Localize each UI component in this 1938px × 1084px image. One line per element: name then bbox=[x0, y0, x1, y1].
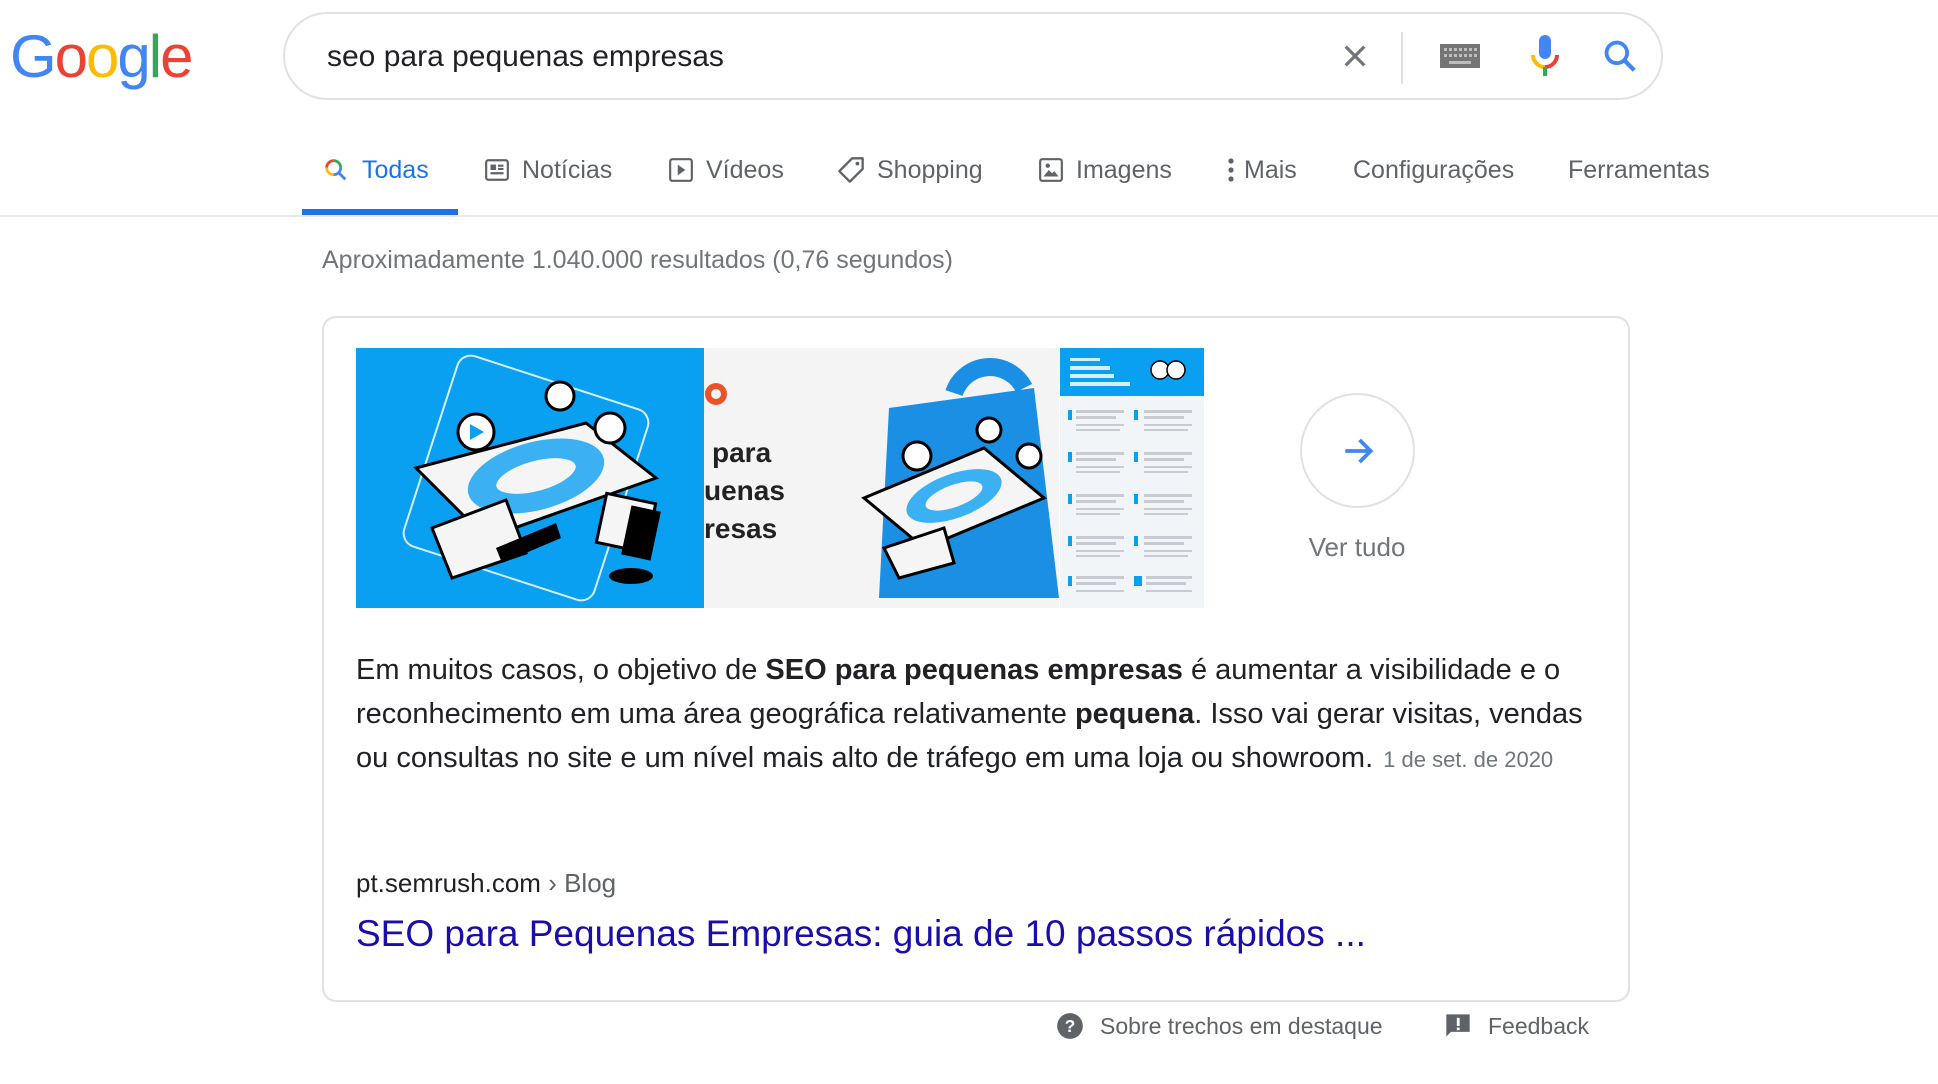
about-label: Sobre trechos em destaque bbox=[1100, 1012, 1383, 1039]
logo-letter: G bbox=[10, 23, 57, 90]
cite-separator: › bbox=[548, 868, 557, 898]
logo-letter: e bbox=[160, 23, 193, 90]
snippet-image-2[interactable]: para uenas resas bbox=[704, 348, 1059, 608]
news-icon bbox=[484, 157, 510, 183]
voice-search-button[interactable] bbox=[1515, 14, 1575, 98]
tag-icon bbox=[837, 156, 865, 184]
search-tabs: Todas Notícias Vídeos Shopping Imagens M… bbox=[0, 140, 1938, 216]
snippet-date: 1 de set. de 2020 bbox=[1383, 747, 1554, 772]
tab-label: Ferramentas bbox=[1568, 155, 1710, 184]
snippet-image-1[interactable] bbox=[356, 348, 704, 608]
more-vert-icon bbox=[1226, 157, 1236, 183]
tab-label: Notícias bbox=[522, 155, 613, 184]
keyboard-button[interactable] bbox=[1425, 14, 1495, 98]
close-icon bbox=[1344, 45, 1366, 67]
cite-domain: pt.semrush.com bbox=[356, 868, 541, 898]
view-all-button[interactable] bbox=[1300, 393, 1415, 508]
view-all-label[interactable]: Ver tudo bbox=[1290, 532, 1424, 563]
tab-imagens[interactable]: Imagens bbox=[1038, 140, 1172, 200]
result-stats: Aproximadamente 1.040.000 resultados (0,… bbox=[322, 246, 953, 274]
result-title-link[interactable]: SEO para Pequenas Empresas: guia de 10 p… bbox=[356, 913, 1366, 955]
google-logo[interactable]: Google bbox=[10, 22, 194, 92]
keyboard-icon bbox=[1440, 44, 1480, 68]
feedback-icon bbox=[1444, 1012, 1472, 1040]
logo-letter: o bbox=[86, 23, 119, 90]
feedback-label: Feedback bbox=[1488, 1012, 1590, 1039]
result-url[interactable]: pt.semrush.com › Blog bbox=[356, 868, 616, 899]
checklist-infographic bbox=[1060, 348, 1204, 608]
tab-label: Mais bbox=[1244, 155, 1297, 184]
search-box bbox=[283, 12, 1663, 100]
banner-text-line: uenas bbox=[704, 475, 785, 506]
search-box-divider bbox=[1401, 32, 1403, 84]
snippet-part: Em muitos casos, o objetivo de bbox=[356, 654, 766, 686]
search-icon bbox=[1604, 40, 1636, 72]
about-featured-snippets-link[interactable]: ? Sobre trechos em destaque bbox=[1056, 1012, 1383, 1040]
search-input[interactable] bbox=[325, 14, 1309, 100]
video-icon bbox=[668, 157, 694, 183]
microphone-icon bbox=[1531, 35, 1559, 76]
search-button[interactable] bbox=[1585, 14, 1655, 98]
snippet-text: Em muitos casos, o objetivo de SEO para … bbox=[356, 648, 1616, 782]
board-game-illustration bbox=[356, 348, 704, 608]
snippet-highlight: pequena bbox=[1074, 698, 1195, 730]
tab-label: Imagens bbox=[1076, 155, 1172, 184]
logo-letter: l bbox=[148, 23, 162, 90]
tab-mais[interactable]: Mais bbox=[1226, 140, 1297, 200]
feedback-link[interactable]: Feedback bbox=[1444, 1012, 1589, 1040]
header-divider bbox=[0, 215, 1938, 217]
tab-label: Configurações bbox=[1353, 155, 1515, 184]
tab-noticias[interactable]: Notícias bbox=[484, 140, 612, 200]
tab-label: Shopping bbox=[877, 155, 983, 184]
tab-shopping[interactable]: Shopping bbox=[837, 140, 983, 200]
logo-letter: o bbox=[54, 23, 88, 90]
banner-text-line: resas bbox=[704, 513, 778, 544]
cite-path: Blog bbox=[564, 868, 617, 898]
banner-text-line: para bbox=[712, 437, 772, 468]
banner-text: para uenas resas bbox=[704, 434, 785, 548]
tab-todas[interactable]: Todas bbox=[322, 140, 429, 200]
clear-search-button[interactable] bbox=[1325, 14, 1385, 98]
tab-label: Vídeos bbox=[706, 155, 784, 184]
image-icon bbox=[1038, 157, 1064, 183]
search-icon bbox=[322, 156, 350, 184]
arrow-right-icon bbox=[1344, 438, 1373, 463]
snippet-image-3[interactable] bbox=[1060, 348, 1204, 608]
tab-ferramentas[interactable]: Ferramentas bbox=[1568, 140, 1710, 200]
tab-label: Todas bbox=[362, 155, 429, 184]
tab-videos[interactable]: Vídeos bbox=[668, 140, 784, 200]
snippet-highlight: SEO para pequenas empresas bbox=[765, 654, 1183, 686]
tab-configuracoes[interactable]: Configurações bbox=[1353, 140, 1514, 200]
help-icon: ? bbox=[1056, 1012, 1084, 1040]
svg-text:?: ? bbox=[1065, 1016, 1076, 1036]
logo-letter: g bbox=[117, 23, 150, 90]
